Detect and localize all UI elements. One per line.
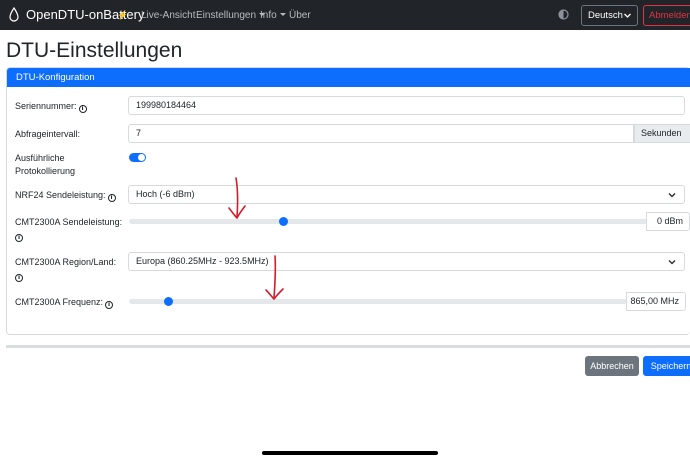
battery-bolt-icon: ⚡ bbox=[117, 10, 129, 20]
slider-track bbox=[129, 299, 627, 304]
cmt-power-slider[interactable] bbox=[128, 212, 647, 231]
home-indicator bbox=[262, 451, 438, 455]
nav-settings-label: Einstellungen bbox=[196, 10, 257, 21]
nav-settings[interactable]: Einstellungen bbox=[196, 9, 266, 22]
cancel-button[interactable]: Abbrechen bbox=[585, 356, 639, 376]
slider-thumb[interactable] bbox=[279, 217, 289, 226]
navbar: OpenDTU-onBattery ⚡ Live-Ansicht Einstel… bbox=[0, 0, 690, 30]
info-circle-icon[interactable]: i bbox=[78, 105, 87, 113]
nrf-power-select[interactable]: Hoch (-6 dBm) bbox=[128, 185, 685, 204]
verbose-label-line2: Protokollierung bbox=[15, 166, 76, 176]
cmt-power-label-text: CMT2300A Sendeleistung: bbox=[15, 217, 123, 227]
section-divider bbox=[6, 345, 690, 348]
serial-label: Seriennummer: i bbox=[15, 100, 87, 113]
verbose-label: Ausführliche Protokollierung bbox=[15, 152, 75, 178]
verbose-label-line1: Ausführliche bbox=[15, 153, 65, 163]
cmt-power-label: CMT2300A Sendeleistung: i bbox=[15, 216, 125, 242]
serial-input[interactable]: 199980184464 bbox=[128, 96, 685, 115]
interval-unit: Sekunden bbox=[634, 124, 690, 143]
nav-live-view[interactable]: Live-Ansicht bbox=[141, 9, 195, 22]
cmt-freq-label-text: CMT2300A Frequenz: bbox=[15, 297, 104, 307]
language-select-value: Deutsch bbox=[588, 10, 623, 21]
interval-input[interactable]: 7 bbox=[128, 124, 634, 143]
language-select[interactable]: Deutsch bbox=[581, 5, 638, 26]
cmt-region-select[interactable]: Europa (860.25MHz - 923.5MHz) bbox=[128, 252, 685, 271]
chevron-down-icon bbox=[668, 260, 676, 265]
card-header: DTU-Konfiguration bbox=[7, 68, 690, 87]
interval-label: Abfrageintervall: bbox=[15, 129, 81, 139]
nrf-power-select-value: Hoch (-6 dBm) bbox=[136, 189, 195, 199]
toggle-knob bbox=[138, 154, 145, 161]
slider-thumb[interactable] bbox=[163, 297, 173, 306]
nrf-power-label: NRF24 Sendeleistung: i bbox=[15, 189, 116, 202]
cmt-freq-value: 865,00 MHz bbox=[626, 292, 686, 311]
page-title: DTU-Einstellungen bbox=[6, 39, 183, 62]
chevron-down-icon bbox=[668, 193, 676, 198]
logout-button[interactable]: Abmelden bbox=[643, 5, 690, 26]
water-drop-icon bbox=[9, 7, 19, 22]
slider-track bbox=[129, 219, 647, 224]
save-button[interactable]: Speichern bbox=[643, 356, 690, 376]
half-circle-theme-icon[interactable] bbox=[558, 9, 569, 20]
verbose-toggle[interactable] bbox=[129, 153, 146, 162]
chevron-down-icon bbox=[624, 13, 631, 18]
nav-about[interactable]: Über bbox=[289, 9, 311, 22]
info-circle-icon[interactable]: i bbox=[15, 274, 23, 282]
nrf-power-label-text: NRF24 Sendeleistung: bbox=[15, 190, 106, 200]
cmt-freq-label: CMT2300A Frequenz: i bbox=[15, 296, 114, 309]
nav-info-label: Info bbox=[260, 10, 277, 21]
info-circle-icon[interactable]: i bbox=[107, 194, 116, 202]
serial-label-text: Seriennummer: bbox=[15, 101, 77, 111]
cmt-region-select-value: Europa (860.25MHz - 923.5MHz) bbox=[136, 256, 269, 266]
info-circle-icon[interactable]: i bbox=[15, 234, 23, 242]
caret-down-icon bbox=[279, 13, 286, 16]
info-circle-icon[interactable]: i bbox=[105, 301, 114, 309]
cmt-power-value: 0 dBm bbox=[646, 212, 690, 231]
cmt-region-label: CMT2300A Region/Land: i bbox=[15, 256, 125, 282]
nav-info[interactable]: Info bbox=[260, 9, 286, 22]
cmt-freq-slider[interactable] bbox=[128, 292, 627, 311]
cmt-region-label-text: CMT2300A Region/Land: bbox=[15, 257, 117, 267]
